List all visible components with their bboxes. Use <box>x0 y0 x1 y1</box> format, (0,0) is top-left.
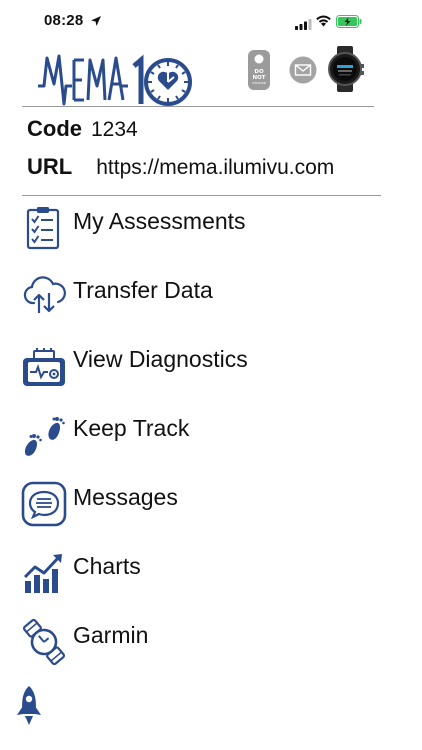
footsteps-icon <box>20 411 68 459</box>
svg-text:DISTURB: DISTURB <box>252 81 265 85</box>
do-not-disturb-icon[interactable]: DO NOT DISTURB <box>247 49 271 96</box>
rocket-icon[interactable] <box>14 684 44 726</box>
header-divider <box>22 106 374 107</box>
menu-item-label: Keep Track <box>73 415 190 441</box>
message-bubble-icon <box>20 480 68 528</box>
status-time: 08:28 <box>44 12 84 29</box>
url-value: https://mema.ilumivu.com <box>96 156 335 179</box>
menu-item-charts[interactable]: Charts <box>0 541 380 601</box>
menu-item-messages[interactable]: Messages <box>0 472 380 532</box>
url-label: URL <box>27 154 73 179</box>
menu-item-my-assessments[interactable]: My Assessments <box>0 196 380 256</box>
cellular-signal-icon <box>295 17 312 35</box>
menu-item-keep-track[interactable]: Keep Track <box>0 403 380 463</box>
menu-item-label: Charts <box>73 553 141 579</box>
code-row: Code 1234 <box>27 116 138 142</box>
code-label: Code <box>27 116 82 141</box>
status-bar: 08:28 <box>0 0 422 44</box>
code-value: 1234 <box>91 118 138 141</box>
wifi-icon <box>315 14 332 32</box>
diagnostics-icon <box>20 342 68 390</box>
clipboard-checklist-icon <box>20 204 68 252</box>
menu-item-label: Messages <box>73 484 178 510</box>
app-header: DO NOT DISTURB <box>0 44 422 106</box>
mail-icon[interactable] <box>289 56 317 89</box>
menu-item-garmin[interactable]: Garmin <box>0 610 380 670</box>
location-arrow-icon <box>90 14 102 32</box>
mema-logo <box>36 46 196 106</box>
menu-item-label: Transfer Data <box>73 277 213 303</box>
url-row: URL https://mema.ilumivu.com <box>27 154 334 180</box>
menu-item-transfer-data[interactable]: Transfer Data <box>0 265 380 325</box>
menu-item-view-diagnostics[interactable]: View Diagnostics <box>0 334 380 394</box>
cloud-transfer-icon <box>20 273 68 321</box>
watch-icon <box>20 618 68 666</box>
menu-item-label: Garmin <box>73 622 149 648</box>
menu-item-label: My Assessments <box>73 208 246 234</box>
battery-icon <box>336 15 362 33</box>
chart-growth-icon <box>20 549 68 597</box>
menu-item-label: View Diagnostics <box>73 346 248 372</box>
smartwatch-icon[interactable] <box>325 46 365 97</box>
